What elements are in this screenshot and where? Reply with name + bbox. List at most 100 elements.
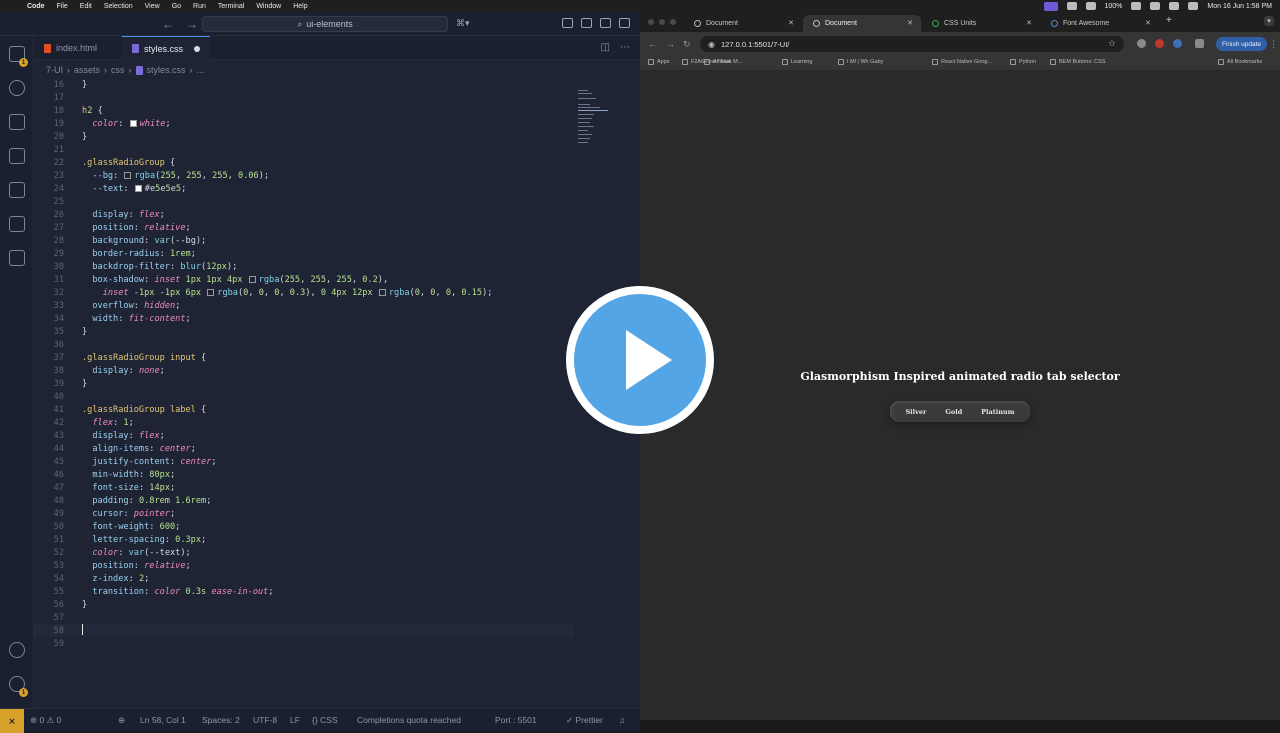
code-line[interactable]: 47 font-size: 14px;	[34, 481, 574, 494]
menu-item-file[interactable]: File	[57, 3, 68, 10]
apple-icon[interactable]	[8, 2, 17, 11]
copilot-status[interactable]: Completions quota reached	[357, 715, 461, 725]
breadcrumb-item[interactable]: assets	[74, 65, 100, 75]
remote-indicator-icon[interactable]: ⨯	[0, 709, 24, 733]
code-line[interactable]: 59	[34, 637, 574, 650]
code-line[interactable]: 41 .glassRadioGroup label {	[34, 403, 574, 416]
spotlight-icon[interactable]	[1169, 2, 1180, 10]
bookmark-item[interactable]: Affiliate	[704, 59, 731, 65]
encoding[interactable]: UTF-8	[253, 715, 277, 725]
extensions-puzzle-icon[interactable]	[1195, 39, 1204, 48]
prettier-status[interactable]: ✓ Prettier	[566, 715, 603, 726]
address-bar[interactable]: ◉ 127.0.0.1:5501/7-UI/ ☆	[700, 36, 1124, 52]
code-line[interactable]: 29 border-radius: 1rem;	[34, 247, 574, 260]
bookmark-item[interactable]: BEM Buttons: CSS	[1050, 59, 1105, 65]
code-line[interactable]: 18 h2 {	[34, 104, 574, 117]
code-line[interactable]: 33 overflow: hidden;	[34, 299, 574, 312]
reload-icon[interactable]: ↻	[683, 39, 691, 50]
run-debug-icon[interactable]	[9, 148, 25, 164]
forward-icon[interactable]: →	[666, 39, 675, 49]
code-line[interactable]: 58	[34, 623, 574, 637]
code-line[interactable]: 50 font-weight: 600;	[34, 520, 574, 533]
code-line[interactable]: 54 z-index: 2;	[34, 572, 574, 585]
code-line[interactable]: 19 color: white;	[34, 117, 574, 130]
extension-icon[interactable]	[1155, 39, 1164, 48]
code-line[interactable]: 31 box-shadow: inset 1px 1px 4px rgba(25…	[34, 273, 574, 286]
sound-icon[interactable]	[1085, 2, 1096, 10]
notifications-bell-icon[interactable]: ♫	[619, 715, 625, 725]
code-line[interactable]: 36	[34, 338, 574, 351]
code-line[interactable]: 16}	[34, 78, 574, 91]
cursor-position[interactable]: Ln 58, Col 1	[140, 715, 186, 725]
control-center-icon[interactable]	[1188, 2, 1199, 10]
code-line[interactable]: 40	[34, 390, 574, 403]
toggle-secondary-sidebar-icon[interactable]	[619, 18, 630, 28]
menu-item-go[interactable]: Go	[172, 3, 181, 10]
toggle-sidebar-icon[interactable]	[581, 18, 592, 28]
code-line[interactable]: 27 position: relative;	[34, 221, 574, 234]
code-line[interactable]: 35}	[34, 325, 574, 338]
radio-option-platinum[interactable]: Platinum	[981, 408, 1014, 416]
chrome-menu-icon[interactable]: ⋮	[1269, 39, 1278, 50]
code-line[interactable]: 25	[34, 195, 574, 208]
code-line[interactable]: 20}	[34, 130, 574, 143]
split-editor-icon[interactable]: ◫	[601, 42, 610, 53]
radio-option-gold[interactable]: Gold	[945, 408, 962, 416]
menu-item-selection[interactable]: Selection	[104, 3, 133, 10]
code-line[interactable]: 55 transition: color 0.3s ease-in-out;	[34, 585, 574, 598]
breadcrumb-item[interactable]: 7-UI	[46, 65, 63, 75]
menu-item-terminal[interactable]: Terminal	[218, 3, 244, 10]
bookmark-item[interactable]: React Native Goog...	[932, 59, 992, 65]
code-line[interactable]: 30 backdrop-filter: blur(12px);	[34, 260, 574, 273]
code-line[interactable]: 44 align-items: center;	[34, 442, 574, 455]
focus-icon[interactable]	[1066, 2, 1077, 10]
tab-styles-css[interactable]: styles.css	[122, 36, 211, 60]
close-tab-icon[interactable]: ✕	[907, 19, 913, 27]
menu-item-edit[interactable]: Edit	[80, 3, 92, 10]
close-window-icon[interactable]	[648, 19, 654, 25]
menu-item-run[interactable]: Run	[193, 3, 206, 10]
source-control-icon[interactable]	[9, 114, 25, 130]
zoom-icon[interactable]: ⊕	[118, 715, 125, 726]
code-line[interactable]: 56}	[34, 598, 574, 611]
extensions-icon[interactable]	[9, 182, 25, 198]
breadcrumb-item[interactable]: css	[111, 65, 125, 75]
code-line[interactable]: 57	[34, 611, 574, 624]
bookmark-item[interactable]: I Ml | Wh Gaby	[838, 59, 883, 65]
browser-tab-active[interactable]: Document ✕	[803, 15, 921, 32]
breadcrumb-item[interactable]: styles.css	[147, 65, 186, 75]
extension-icon[interactable]	[1173, 39, 1182, 48]
live-server-port[interactable]: Port : 5501	[495, 715, 537, 725]
code-line[interactable]: 53 position: relative;	[34, 559, 574, 572]
code-line[interactable]: 43 display: flex;	[34, 429, 574, 442]
code-line[interactable]: 46 min-width: 80px;	[34, 468, 574, 481]
menu-clock[interactable]: Mon 16 Jun 1:58 PM	[1207, 3, 1272, 10]
maximize-window-icon[interactable]	[670, 19, 676, 25]
toggle-panel-icon[interactable]	[600, 18, 611, 28]
account-icon[interactable]	[9, 642, 25, 658]
code-editor[interactable]: 16} 17 18 h2 {19 color: white; 20} 21 22 .glass…	[34, 78, 640, 708]
code-line[interactable]: 42 flex: 1;	[34, 416, 574, 429]
code-line[interactable]: 28 background: var(--bg);	[34, 234, 574, 247]
code-line[interactable]: 24 --text: #e5e5e5;	[34, 182, 574, 195]
screen-record-icon[interactable]	[1043, 1, 1058, 11]
bookmark-item[interactable]: Learning	[782, 59, 812, 65]
tab-index-html[interactable]: index.html	[34, 36, 107, 60]
testing-icon[interactable]	[9, 250, 25, 266]
minimize-window-icon[interactable]	[659, 19, 665, 25]
layout-icon[interactable]	[562, 18, 573, 28]
new-tab-icon[interactable]: +	[1166, 15, 1172, 26]
code-line[interactable]: 45 justify-content: center;	[34, 455, 574, 468]
back-icon[interactable]: ←	[648, 39, 657, 49]
menu-item-help[interactable]: Help	[293, 3, 307, 10]
more-actions-icon[interactable]: ⋯	[620, 42, 630, 53]
site-info-icon[interactable]: ◉	[708, 40, 715, 49]
close-tab-icon[interactable]: ✕	[1026, 19, 1032, 27]
problems-count[interactable]: ⊗ 0 ⚠ 0	[30, 715, 61, 726]
menu-item-window[interactable]: Window	[256, 3, 281, 10]
finish-update-button[interactable]: Finish update	[1216, 37, 1268, 51]
breadcrumb-item[interactable]: ...	[197, 65, 205, 75]
code-line[interactable]: 23 --bg: rgba(255, 255, 255, 0.06);	[34, 169, 574, 182]
copilot-icon[interactable]: ⌘▾	[456, 18, 476, 29]
search-icon[interactable]	[9, 80, 25, 96]
